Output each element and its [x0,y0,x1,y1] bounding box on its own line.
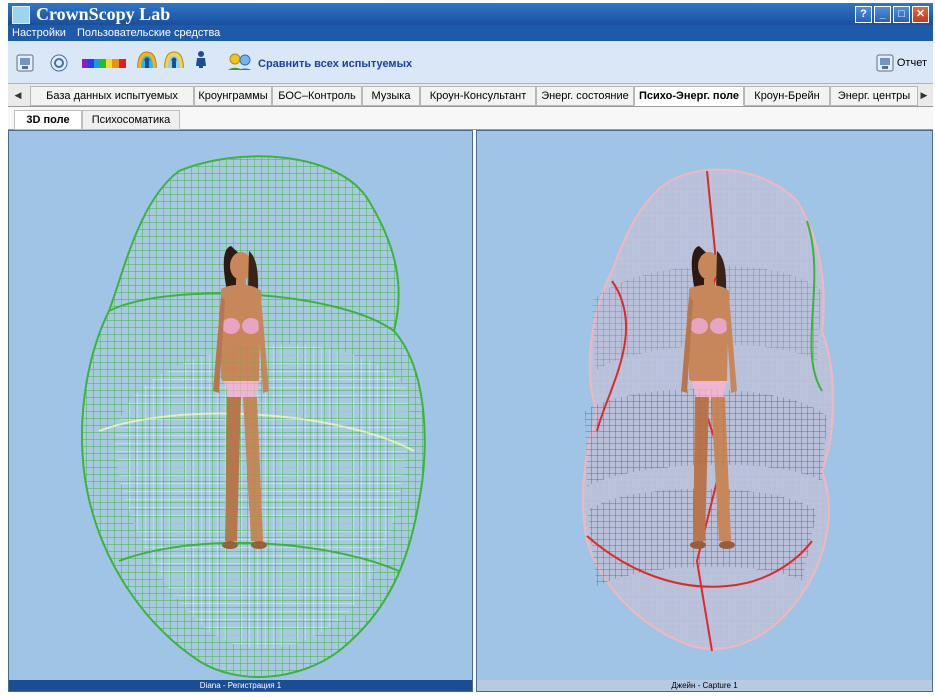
minimize-button[interactable]: _ [874,6,891,23]
subtab-psychosomatics[interactable]: Психосоматика [82,110,180,130]
tab-scroll-left-icon[interactable]: ◀ [12,87,24,103]
tab-crowngrams[interactable]: Кроунграммы [194,86,272,106]
menu-bar: Настройки Пользовательские средства [8,25,933,41]
help-button[interactable]: ? [855,6,872,23]
maximize-button[interactable]: □ [893,6,910,23]
aura-compare-icon[interactable] [163,50,185,68]
toolbar: Сравнить всех испытуемых Отчет [8,41,933,84]
menu-user-tools[interactable]: Пользовательские средства [73,25,224,40]
tab-crown-brain[interactable]: Кроун-Брейн [744,86,830,106]
spectrum-icon[interactable] [82,59,126,77]
body-icon[interactable] [192,50,210,68]
tab-psycho-energy-field[interactable]: Психо-Энерг. поле [634,86,744,106]
report-button[interactable]: Отчет [876,54,927,72]
tab-crown-consultant[interactable]: Кроун-Консультант [420,86,536,106]
right-3d-viewport[interactable]: Джейн - Capture 1 [476,130,933,692]
right-panel-caption: Джейн - Capture 1 [477,680,932,691]
tab-scroll-right-icon[interactable]: ▶ [918,87,930,103]
users-compare-icon[interactable] [226,52,254,70]
close-button[interactable]: ✕ [912,6,929,23]
subtab-3d-field[interactable]: 3D поле [14,110,82,130]
tab-energy-state[interactable]: Энерг. состояние [536,86,634,106]
left-panel-caption: Diana - Регистрация 1 [9,680,472,691]
app-title: CrownScopy Lab [36,4,171,24]
report-icon [876,54,894,72]
sub-tab-bar: 3D поле Психосоматика [8,107,933,130]
red-green-energy-field-render [581,168,835,652]
main-tab-bar: ◀ База данных испытуемых Кроунграммы БОС… [8,84,933,107]
tab-energy-centers[interactable]: Энерг. центры [830,86,918,106]
app-logo-icon [12,6,30,24]
green-energy-field-render [81,155,426,678]
history-icon[interactable] [50,54,68,72]
tab-biofeedback[interactable]: БОС–Контроль [272,86,362,106]
left-3d-viewport[interactable]: Diana - Регистрация 1 [8,130,473,692]
menu-settings[interactable]: Настройки [8,25,70,40]
compare-all-subjects-button[interactable]: Сравнить всех испытуемых [258,58,412,70]
tab-music[interactable]: Музыка [362,86,420,106]
title-bar: CrownScopy Lab ? _ □ ✕ [8,3,933,25]
tab-subject-database[interactable]: База данных испытуемых [30,86,194,106]
report-label: Отчет [896,57,927,69]
aura-icon[interactable] [136,50,158,68]
register-icon[interactable] [16,54,34,72]
